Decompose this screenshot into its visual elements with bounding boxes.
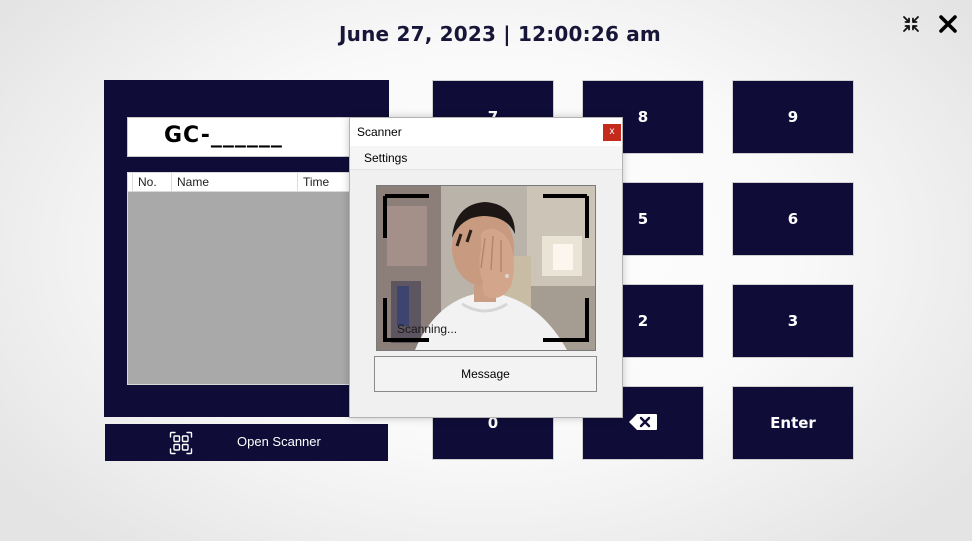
menu-item-settings[interactable]: Settings [364, 151, 407, 165]
datetime-display: June 27, 2023 | 12:00:26 am [339, 22, 661, 46]
minimize-button[interactable] [899, 12, 923, 36]
qr-scan-icon [169, 431, 193, 455]
dialog-title: Scanner [357, 125, 402, 139]
key-6[interactable]: 6 [732, 182, 854, 256]
message-button[interactable]: Message [374, 356, 597, 392]
key-3[interactable]: 3 [732, 284, 854, 358]
code-input-value: GC-______ [164, 123, 283, 148]
entry-panel: GC-______ No. Name Time [104, 80, 389, 417]
code-input-box[interactable]: GC-______ [127, 117, 367, 157]
column-header-name[interactable]: Name [171, 173, 297, 192]
close-x-icon [939, 15, 957, 33]
scanning-status: Scanning... [397, 322, 458, 336]
scanner-dialog: Scanner x Settings Scanning... Message [349, 117, 623, 418]
backspace-icon [629, 413, 657, 430]
column-header-no[interactable]: No. [132, 173, 172, 192]
key-9[interactable]: 9 [732, 80, 854, 154]
close-app-button[interactable] [936, 12, 960, 36]
camera-preview: Scanning... [376, 185, 596, 351]
key-enter[interactable]: Enter [732, 386, 854, 460]
open-scanner-button[interactable]: Open Scanner [105, 424, 388, 461]
collapse-arrows-icon [903, 16, 919, 32]
dialog-close-button[interactable]: x [603, 124, 621, 141]
dialog-titlebar[interactable]: Scanner x [350, 118, 622, 146]
open-scanner-label: Open Scanner [237, 434, 321, 449]
scan-list-table[interactable]: No. Name Time [127, 172, 367, 385]
dialog-menubar: Settings [350, 146, 622, 170]
table-header: No. Name Time [128, 173, 366, 192]
